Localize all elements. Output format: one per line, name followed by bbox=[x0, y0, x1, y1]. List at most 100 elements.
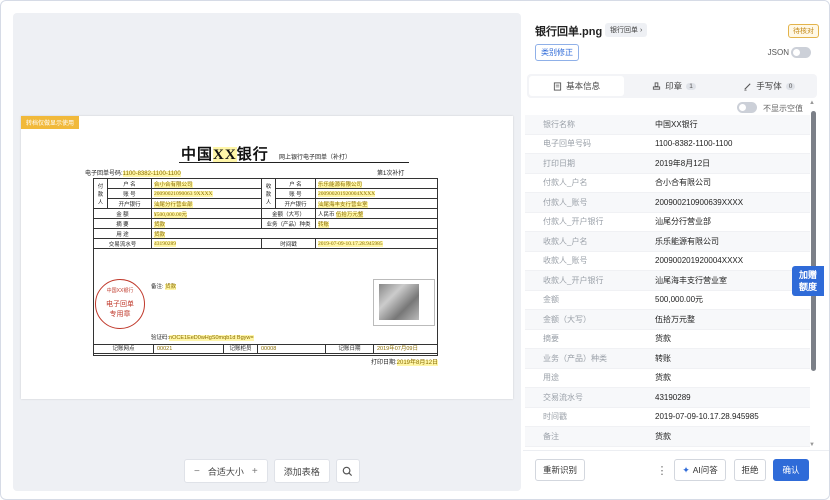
receipt-number: 电子回单号码:1100-8382-1100-1100 bbox=[85, 171, 181, 177]
field-label: 金额 bbox=[543, 295, 559, 305]
field-value[interactable]: 2019年8月12日 bbox=[655, 158, 710, 169]
field-value[interactable]: 合小合有限公司 bbox=[655, 177, 711, 188]
field-row[interactable]: 摘要 货款 bbox=[525, 330, 810, 349]
seal-count: 1 bbox=[686, 82, 696, 90]
field-row[interactable]: 打印日期 2019年8月12日 bbox=[525, 154, 810, 174]
hide-empty-toggle[interactable] bbox=[737, 102, 757, 113]
field-value[interactable]: 1100-8382-1100-1100 bbox=[655, 139, 732, 148]
field-label: 打印日期 bbox=[543, 158, 575, 168]
field-value[interactable]: 2019-07-09-10.17.28.945985 bbox=[655, 412, 759, 421]
json-label: JSON bbox=[767, 48, 789, 57]
field-scrollbar[interactable] bbox=[811, 111, 816, 371]
table-row: 摘 要 货款 业务（产品）种类 转账 bbox=[93, 218, 438, 229]
rescan-button[interactable]: 重新识别 bbox=[535, 459, 585, 481]
field-value[interactable]: 货款 bbox=[655, 372, 671, 383]
field-value[interactable]: 乐乐能源有限公司 bbox=[655, 236, 719, 247]
field-label: 收款人_户名 bbox=[543, 236, 588, 246]
quota-button[interactable]: 加赠 额度 bbox=[792, 266, 824, 296]
field-row[interactable]: 交易流水号 43190289 bbox=[525, 388, 810, 408]
field-label: 收款人_账号 bbox=[543, 256, 588, 266]
field-row[interactable]: 付款人_账号 200900210900639XXXX bbox=[525, 193, 810, 213]
field-value[interactable]: 货款 bbox=[655, 431, 671, 442]
field-label: 摘要 bbox=[543, 334, 559, 344]
handwriting-icon bbox=[744, 82, 751, 90]
field-row[interactable]: 备注 货款 bbox=[525, 427, 810, 447]
field-label: 业务（产品）种类 bbox=[543, 353, 607, 363]
doc-icon bbox=[554, 81, 562, 91]
zoom-out-button[interactable]: − bbox=[194, 466, 200, 477]
doc-type-badge[interactable]: 银行回单 › bbox=[605, 23, 648, 37]
document-preview[interactable]: 转档仅做显示使用 中国XX银行 网上银行电子回单（补打） 电子回单号码:1100… bbox=[13, 13, 521, 491]
file-name: 银行回单.png bbox=[535, 26, 603, 38]
field-row[interactable]: 时间戳 2019-07-09-10.17.28.945985 bbox=[525, 408, 810, 427]
field-value[interactable]: 转账 bbox=[655, 353, 671, 364]
field-value[interactable]: 中国XX银行 bbox=[655, 119, 698, 130]
field-value[interactable]: 汕尾海丰支行营业室 bbox=[655, 275, 727, 286]
json-toggle[interactable] bbox=[791, 47, 811, 58]
status-badge: 待核对 bbox=[788, 24, 819, 38]
hide-empty-label: 不显示空值 bbox=[763, 104, 803, 113]
add-table-button[interactable]: 添加表格 bbox=[273, 459, 330, 483]
confirm-button[interactable]: 确认 bbox=[773, 459, 809, 481]
display-only-tag: 转档仅做显示使用 bbox=[21, 116, 80, 129]
field-row[interactable]: 收款人_户名 乐乐能源有限公司 bbox=[525, 232, 810, 252]
info-tabs: 基本信息 印章 1 手写体 0 bbox=[527, 74, 817, 98]
field-label: 收款人_开户银行 bbox=[543, 275, 604, 285]
field-label: 付款人_开户银行 bbox=[543, 217, 604, 227]
tab-basic-info[interactable]: 基本信息 bbox=[529, 76, 625, 96]
scroll-down-arrow[interactable]: ▼ bbox=[809, 442, 815, 448]
receipt-title: 中国XX银行 bbox=[181, 147, 269, 163]
field-label: 金额（大写） bbox=[543, 314, 591, 324]
field-value[interactable]: 200900201920004XXXX bbox=[655, 256, 743, 265]
field-row[interactable]: 收款人_账号 200900201920004XXXX bbox=[525, 252, 810, 271]
tab-handwriting[interactable]: 手写体 0 bbox=[722, 74, 817, 98]
reprint-count: 第1次补打 bbox=[377, 171, 405, 177]
field-value[interactable]: 伍拾万元整 bbox=[655, 314, 695, 325]
receipt-image: 转档仅做显示使用 中国XX银行 网上银行电子回单（补打） 电子回单号码:1100… bbox=[21, 116, 513, 399]
table-row: 用 途 货款 bbox=[93, 228, 438, 239]
table-row: 付款人 户 名 合小合有限公司 收款人 户 名 乐乐能源有限公司 bbox=[93, 178, 438, 209]
search-button[interactable] bbox=[335, 459, 360, 483]
scroll-up-arrow[interactable]: ▲ bbox=[809, 100, 815, 106]
booking-row: 记账网点 00021 记账柜员 00008 记账日期 2019年07月09日 bbox=[93, 344, 438, 354]
receipt-table: 付款人 户 名 合小合有限公司 收款人 户 名 乐乐能源有限公司 账 号 200… bbox=[93, 178, 438, 249]
field-row[interactable]: 业务（产品）种类 转账 bbox=[525, 349, 810, 369]
table-row: 金 额 ¥500,000.00元 金额（大写） 人民币 伍拾万元整 bbox=[93, 208, 438, 219]
field-row[interactable]: 金额（大写） 伍拾万元整 bbox=[525, 310, 810, 330]
field-label: 银行名称 bbox=[543, 119, 575, 129]
print-date: 打印日期:2019年8月12日 bbox=[371, 360, 439, 366]
verification-code: 验证码:nOCE1EeD0wHgS0mqb1d Bgyw= bbox=[151, 335, 254, 341]
field-row[interactable]: 付款人_开户银行 汕尾分行营业部 bbox=[525, 213, 810, 232]
more-options-button[interactable]: ⋮ bbox=[657, 459, 668, 481]
field-row[interactable]: 收款人_开户银行 汕尾海丰支行营业室 bbox=[525, 271, 810, 291]
field-value[interactable]: 43190289 bbox=[655, 393, 691, 402]
result-panel: 银行回单.png 银行回单 › 待核对 类别修正 JSON 基本信息 印章 1 … bbox=[523, 1, 829, 499]
zoom-in-button[interactable]: + bbox=[252, 466, 258, 477]
field-value[interactable]: 货款 bbox=[655, 333, 671, 344]
receipt-subtitle: 网上银行电子回单（补打） bbox=[279, 155, 352, 161]
app-window: 转档仅做显示使用 中国XX银行 网上银行电子回单（补打） 电子回单号码:1100… bbox=[0, 0, 830, 500]
zoom-fit-label[interactable]: 合适大小 bbox=[208, 465, 244, 478]
memo-text: 备注: 货款 bbox=[151, 284, 177, 290]
field-row[interactable]: 银行名称 中国XX银行 bbox=[525, 115, 810, 135]
qr-code-blurred bbox=[379, 284, 419, 320]
field-label: 付款人_户名 bbox=[543, 178, 588, 188]
field-label: 电子回单号码 bbox=[543, 139, 591, 149]
field-row[interactable]: 金额 500,000.00元 bbox=[525, 291, 810, 310]
zoom-control: − 合适大小 + bbox=[184, 459, 268, 483]
field-row[interactable]: 电子回单号码 1100-8382-1100-1100 bbox=[525, 135, 810, 154]
field-row[interactable]: 付款人_户名 合小合有限公司 bbox=[525, 174, 810, 193]
category-fix-button[interactable]: 类别修正 bbox=[535, 44, 579, 61]
field-value[interactable]: 200900210900639XXXX bbox=[655, 198, 743, 207]
search-icon bbox=[342, 466, 353, 476]
reject-button[interactable]: 拒绝 bbox=[734, 459, 766, 481]
ai-qa-button[interactable]: ✦ AI问答 bbox=[674, 459, 726, 481]
title-underline bbox=[179, 162, 409, 163]
field-row[interactable]: 用途 货款 bbox=[525, 369, 810, 388]
field-value[interactable]: 汕尾分行营业部 bbox=[655, 216, 711, 227]
tab-seal[interactable]: 印章 1 bbox=[626, 74, 721, 98]
field-label: 用途 bbox=[543, 373, 559, 383]
stamp-icon bbox=[653, 81, 661, 90]
sparkle-icon: ✦ bbox=[682, 464, 690, 475]
field-value[interactable]: 500,000.00元 bbox=[655, 294, 703, 305]
